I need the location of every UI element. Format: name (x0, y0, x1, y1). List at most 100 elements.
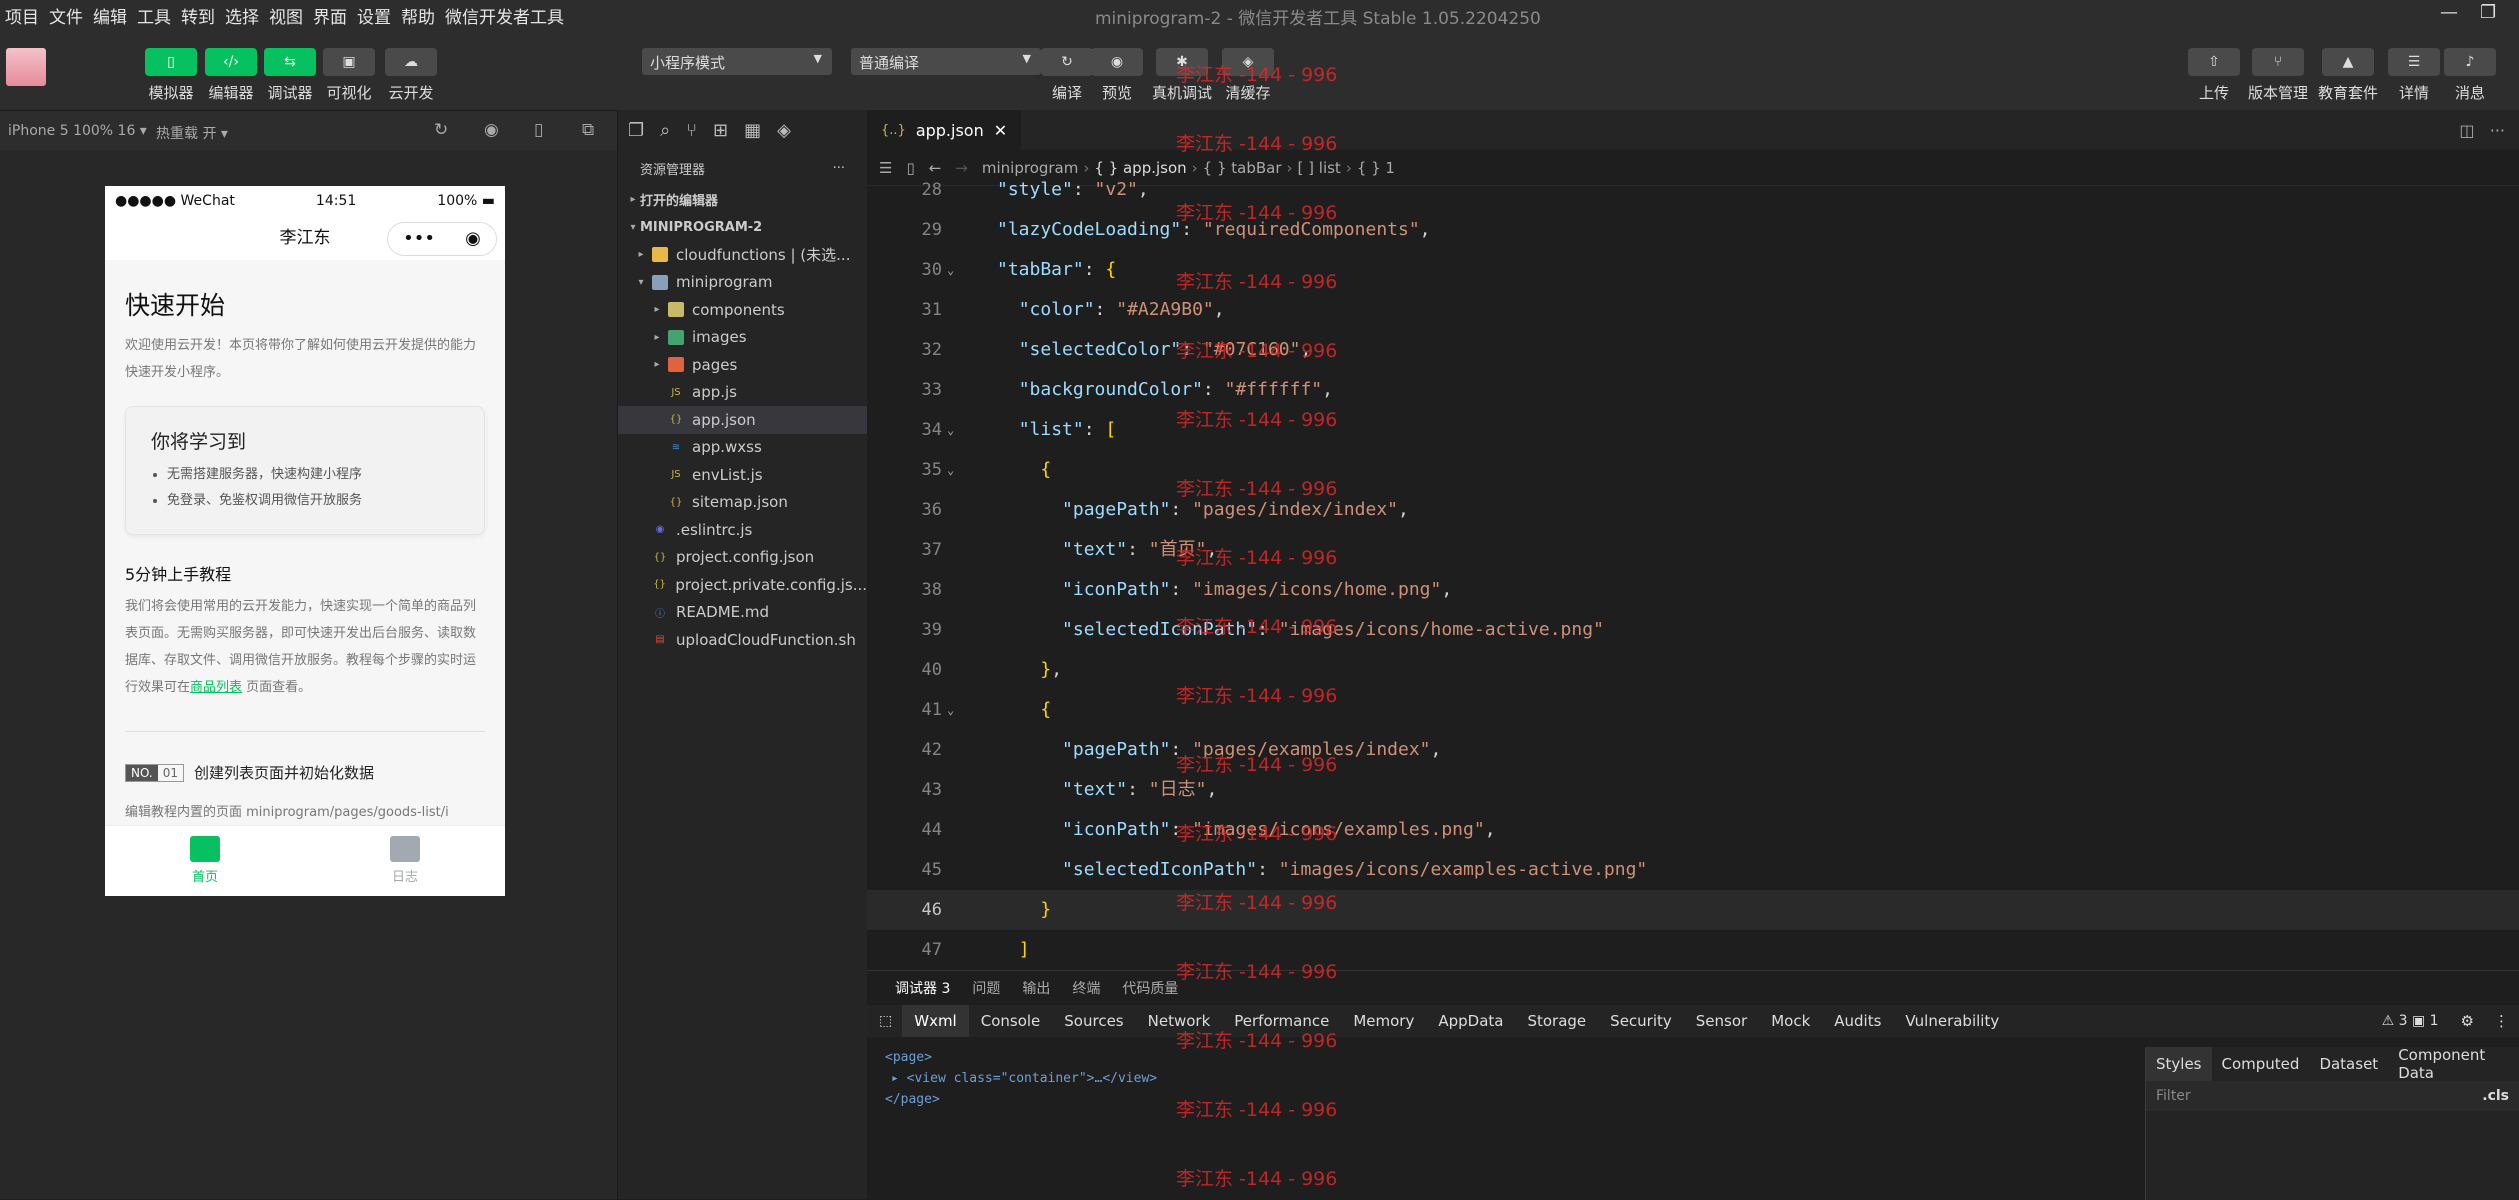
avatar[interactable] (6, 48, 46, 86)
fold-icon[interactable]: ⌄ (947, 410, 954, 450)
minimize-icon[interactable]: — (2440, 2, 2458, 23)
menu-item[interactable]: 帮助 (396, 3, 440, 28)
phone-icon[interactable]: ▯ (534, 120, 543, 140)
cloud-icon[interactable]: ☁ (385, 48, 437, 76)
files-icon[interactable]: ❐ (628, 120, 644, 141)
styles-tab[interactable]: Computed (2212, 1055, 2310, 1073)
code-line[interactable]: 35 ⌄ { (867, 450, 2519, 490)
menu-item[interactable]: 文件 (44, 3, 88, 28)
tree-item[interactable]: ⓘ README.md (618, 599, 867, 627)
devtools-tab[interactable]: AppData (1426, 1005, 1515, 1037)
tree-item[interactable]: ◉ .eslintrc.js (618, 516, 867, 544)
code-line[interactable]: 40 }, (867, 650, 2519, 690)
tree-item[interactable]: {} project.config.json (618, 544, 867, 572)
styles-tab[interactable]: Component Data (2388, 1046, 2519, 1082)
dom-line[interactable]: </page> (885, 1089, 1157, 1110)
tree-item[interactable]: JS app.js (618, 379, 867, 407)
rotate-icon[interactable]: ↻ (434, 120, 448, 140)
cls-button[interactable]: .cls (2482, 1088, 2509, 1104)
tree-item[interactable]: ▸ cloudfunctions | (未选... (618, 241, 867, 269)
layout-icon[interactable]: ▣ (323, 48, 375, 76)
editor-tab-app-json[interactable]: {..} app.json ✕ (867, 110, 1022, 150)
code-line[interactable]: 45 "selectedIconPath": "images/icons/exa… (867, 850, 2519, 890)
code-line[interactable]: 42 "pagePath": "pages/examples/index", (867, 730, 2519, 770)
inspect-icon[interactable]: ⬚ (867, 1013, 902, 1029)
restore-icon[interactable]: ❐ (2480, 2, 2496, 23)
code-line[interactable]: 28 "style": "v2", (867, 170, 2519, 210)
phone-icon[interactable]: ▯ (145, 48, 197, 76)
code-line[interactable]: 33 "backgroundColor": "#ffffff", (867, 370, 2519, 410)
gear-icon[interactable]: ⚙ (2451, 1012, 2484, 1030)
toolbar-label[interactable]: 云开发 (371, 82, 451, 103)
code-line[interactable]: 43 "text": "日志", (867, 770, 2519, 810)
code-line[interactable]: 36 "pagePath": "pages/index/index", (867, 490, 2519, 530)
tree-item[interactable]: ≋ app.wxss (618, 434, 867, 462)
menu-item[interactable]: 界面 (308, 3, 352, 28)
dom-line[interactable]: ▸ <view class="container">…</view> (885, 1068, 1157, 1089)
filter-input[interactable]: Filter .cls (2146, 1081, 2519, 1111)
tree-item[interactable]: ▸ images (618, 324, 867, 352)
code-icon[interactable]: ‹/› (205, 48, 257, 76)
code-line[interactable]: 47 ] (867, 930, 2519, 970)
fold-icon[interactable]: ⌄ (947, 250, 954, 290)
tree-item[interactable]: ▾ miniprogram (618, 269, 867, 297)
menu-item[interactable]: 设置 (352, 3, 396, 28)
code-line[interactable]: 44 "iconPath": "images/icons/examples.pn… (867, 810, 2519, 850)
devtools-top-tab[interactable]: 问题 (972, 978, 1000, 998)
graduation-icon[interactable]: ▲ (2322, 48, 2374, 76)
devtools-tab[interactable]: Storage (1515, 1005, 1598, 1037)
eye-icon[interactable]: ◉ (1091, 48, 1143, 76)
tree-item[interactable]: {} project.private.config.js... (618, 571, 867, 599)
extensions-icon[interactable]: ⊞ (713, 120, 728, 141)
toolbar-label[interactable]: 版本管理 (2238, 82, 2318, 103)
devtools-top-tab[interactable]: 调试器 3 (895, 978, 950, 998)
upload-icon[interactable]: ⇧ (2188, 48, 2240, 76)
devtools-top-tab[interactable]: 输出 (1022, 978, 1050, 998)
devtools-tab[interactable]: Memory (1341, 1005, 1426, 1037)
popout-icon[interactable]: ⧉ (582, 120, 594, 140)
devtools-tab[interactable]: Console (969, 1005, 1053, 1037)
dom-line[interactable]: <page> (885, 1047, 1157, 1068)
devtools-tab[interactable]: Sources (1052, 1005, 1135, 1037)
bell-icon[interactable]: ♪ (2444, 48, 2496, 76)
git-icon[interactable]: ⑂ (686, 120, 697, 141)
devtools-tab[interactable]: Sensor (1684, 1005, 1759, 1037)
tree-item[interactable]: JS envList.js (618, 461, 867, 489)
tree-item[interactable]: {} app.json (618, 406, 867, 434)
search-icon[interactable]: ⌕ (660, 120, 670, 141)
styles-tab[interactable]: Styles (2146, 1047, 2212, 1081)
code-line[interactable]: 32 "selectedColor": "#07C160", (867, 330, 2519, 370)
menu-icon[interactable]: ☰ (2388, 48, 2440, 76)
more-icon[interactable]: ··· (833, 161, 845, 176)
tree-item[interactable]: ▸ pages (618, 351, 867, 379)
record-icon[interactable]: ◉ (484, 120, 499, 140)
split-editor-icon[interactable]: ◫ ··· (2445, 111, 2519, 150)
project-section[interactable]: ▾ MINIPROGRAM-2 (618, 214, 867, 242)
code-line[interactable]: 46 } (867, 890, 2519, 930)
menu-item[interactable]: 选择 (220, 3, 264, 28)
tab-log[interactable]: 日志 (305, 826, 505, 896)
code-line[interactable]: 29 "lazyCodeLoading": "requiredComponents… (867, 210, 2519, 250)
code-line[interactable]: 37 "text": "首页", (867, 530, 2519, 570)
open-editors-section[interactable]: ▸ 打开的编辑器 (618, 186, 867, 214)
goods-list-link[interactable]: 商品列表 (190, 680, 242, 695)
devtools-tab[interactable]: Security (1598, 1005, 1684, 1037)
code-line[interactable]: 31 "color": "#A2A9B0", (867, 290, 2519, 330)
debug-icon[interactable]: ⇆ (264, 48, 316, 76)
menu-item[interactable]: 编辑 (88, 3, 132, 28)
menu-item[interactable]: 转到 (176, 3, 220, 28)
code-area[interactable]: 28 "style": "v2", 29 "lazyCodeLoading": "re… (867, 176, 2519, 970)
close-icon[interactable]: ◉ (465, 230, 481, 248)
devtools-tab[interactable]: Vulnerability (1893, 1005, 2011, 1037)
code-line[interactable]: 30 ⌄ "tabBar": { (867, 250, 2519, 290)
more-icon[interactable]: ••• (403, 230, 435, 248)
menu-item[interactable]: 工具 (132, 3, 176, 28)
devtools-top-tab[interactable]: 代码质量 (1122, 978, 1178, 998)
code-line[interactable]: 39 "selectedIconPath": "images/icons/hom… (867, 610, 2519, 650)
code-line[interactable]: 41 ⌄ { (867, 690, 2519, 730)
devtools-tab[interactable]: Wxml (902, 1005, 969, 1037)
toolbar-label[interactable]: 消息 (2430, 82, 2510, 103)
code-line[interactable]: 34 ⌄ "list": [ (867, 410, 2519, 450)
close-icon[interactable]: ✕ (994, 121, 1007, 140)
tree-item[interactable]: {} sitemap.json (618, 489, 867, 517)
